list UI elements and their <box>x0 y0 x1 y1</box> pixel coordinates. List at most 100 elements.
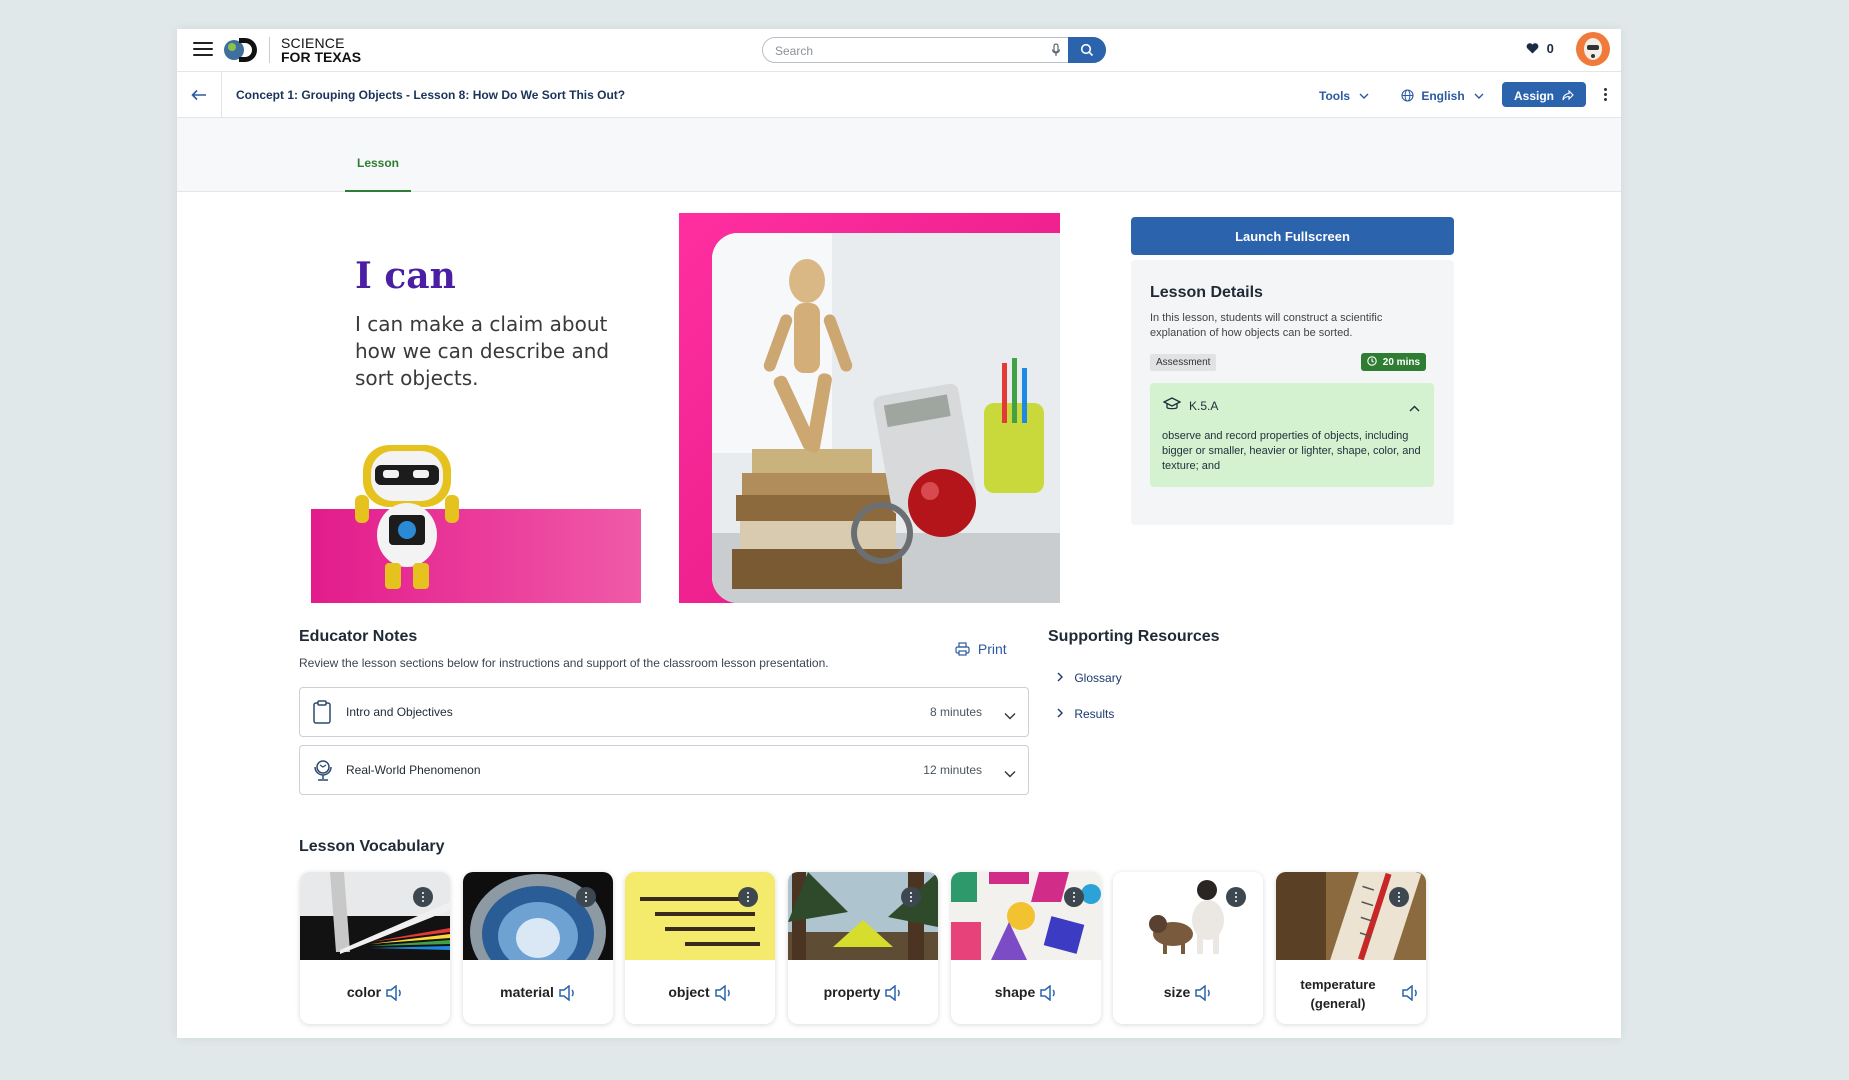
vocab-card-property[interactable]: property <box>788 872 938 1024</box>
assign-label: Assign <box>1514 89 1555 103</box>
globe-icon <box>1401 89 1414 102</box>
lesson-details-title: Lesson Details <box>1150 284 1263 301</box>
speaker-icon[interactable] <box>884 985 902 1002</box>
vocab-word: property <box>788 984 938 1002</box>
vocab-word-text: material <box>500 984 554 1000</box>
duration-badge: 20 mins <box>1361 353 1427 371</box>
favorites-count: 0 <box>1546 41 1554 56</box>
more-options-icon[interactable] <box>1604 88 1608 102</box>
brand-title[interactable]: SCIENCE FOR TEXAS <box>281 36 361 64</box>
tools-dropdown[interactable]: Tools <box>1319 89 1369 103</box>
tab-lesson[interactable]: Lesson <box>345 118 411 192</box>
chevron-down-icon <box>1474 93 1484 99</box>
standard-text: observe and record properties of objects… <box>1162 430 1421 472</box>
lesson-vocabulary-title: Lesson Vocabulary <box>299 838 445 855</box>
search-button[interactable] <box>1068 37 1106 63</box>
vocab-word-text: size <box>1163 984 1191 1000</box>
vocab-word: object <box>625 984 775 1002</box>
vocab-image-pencils <box>625 872 775 960</box>
educator-notes-subtitle: Review the lesson sections below for ins… <box>299 656 829 670</box>
vocab-image-prism <box>300 872 450 960</box>
accordion-intro-objectives[interactable]: Intro and Objectives 8 minutes <box>299 687 1029 737</box>
accordion-duration: 8 minutes <box>929 705 982 719</box>
launch-fullscreen-button[interactable]: Launch Fullscreen <box>1131 217 1454 255</box>
arrow-left-icon <box>191 89 206 101</box>
lesson-details-panel: Lesson Details In this lesson, students … <box>1131 260 1454 525</box>
print-label: Print <box>977 641 1007 657</box>
vocab-image-campsite <box>788 872 938 960</box>
vocab-word: color <box>300 984 450 1002</box>
brand-line-2: FOR TEXAS <box>281 49 362 65</box>
speaker-icon[interactable] <box>1194 985 1212 1002</box>
tools-label: Tools <box>1319 89 1351 103</box>
speaker-icon[interactable] <box>1400 985 1420 1001</box>
vocab-card-shape[interactable]: shape <box>951 872 1101 1024</box>
graduation-cap-icon <box>1162 397 1182 416</box>
back-button[interactable] <box>177 72 222 118</box>
brand-line-1: SCIENCE <box>281 35 345 51</box>
share-icon <box>1562 89 1575 101</box>
standard-card[interactable]: K.5.A observe and record properties of o… <box>1150 383 1434 487</box>
vocab-word-text: shape <box>994 984 1036 1000</box>
clipboard-icon <box>312 700 332 729</box>
vocab-card-color[interactable]: color <box>300 872 450 1024</box>
discovery-education-logo[interactable] <box>221 34 261 66</box>
standard-code: K.5.A <box>1189 399 1219 413</box>
accordion-real-world-phenomenon[interactable]: Real-World Phenomenon 12 minutes <box>299 745 1029 795</box>
educator-notes-title: Educator Notes <box>299 628 418 645</box>
speaker-icon[interactable] <box>1039 985 1057 1002</box>
vocab-options-icon[interactable] <box>1226 887 1246 907</box>
vocab-options-icon[interactable] <box>576 887 596 907</box>
vocab-image-geode <box>463 872 613 990</box>
microphone-icon[interactable] <box>1051 43 1061 62</box>
vocab-options-icon[interactable] <box>901 887 921 907</box>
hero-photo-wooden-mannequin <box>712 233 1060 603</box>
lesson-toolbar: Concept 1: Grouping Objects - Lesson 8: … <box>177 72 1621 118</box>
vocab-image-shapes <box>951 872 1101 960</box>
speaker-icon[interactable] <box>385 985 403 1002</box>
search-placeholder: Search <box>775 44 814 58</box>
vocab-image-thermometer <box>1276 872 1426 979</box>
chevron-down-icon[interactable] <box>1004 707 1016 725</box>
vocab-word-text: property <box>823 984 881 1000</box>
vocab-card-object[interactable]: object <box>625 872 775 1024</box>
favorites-button[interactable]: 0 <box>1526 41 1554 56</box>
accordion-label: Intro and Objectives <box>346 705 453 719</box>
print-button[interactable]: Print <box>955 641 1007 657</box>
duration-text: 20 mins <box>1382 357 1421 368</box>
chevron-right-icon <box>1057 672 1063 682</box>
hero-heading: I can <box>355 255 456 297</box>
globe-stand-icon <box>312 758 334 787</box>
language-dropdown[interactable]: English <box>1401 89 1484 103</box>
top-navigation-bar: SCIENCE FOR TEXAS Search 0 <box>177 29 1621 72</box>
vocab-card-temperature[interactable]: temperature (general) <box>1276 872 1426 1024</box>
language-label: English <box>1421 89 1465 103</box>
vocab-options-icon[interactable] <box>413 887 433 907</box>
hamburger-menu-icon[interactable] <box>193 42 213 56</box>
chevron-up-icon[interactable] <box>1409 399 1420 417</box>
app-window: SCIENCE FOR TEXAS Search 0 Concept 1: Gr… <box>177 29 1621 1038</box>
hero-statement: I can make a claim about how we can desc… <box>355 312 610 390</box>
chevron-right-icon <box>1057 708 1063 718</box>
search-field[interactable]: Search <box>762 37 1106 63</box>
vocab-options-icon[interactable] <box>738 887 758 907</box>
robot-mascot-illustration <box>351 445 463 595</box>
chevron-down-icon[interactable] <box>1004 765 1016 783</box>
assessment-badge: Assessment <box>1150 354 1217 371</box>
speaker-icon[interactable] <box>714 985 732 1002</box>
vocab-options-icon[interactable] <box>1389 887 1409 907</box>
vocab-word-text: color <box>346 984 382 1000</box>
vocab-word: size <box>1113 984 1263 1002</box>
brand-divider <box>269 37 270 63</box>
assign-button[interactable]: Assign <box>1502 82 1586 107</box>
heart-icon <box>1526 43 1539 54</box>
lesson-hero-slide: I can I can make a claim about how we ca… <box>311 213 1060 603</box>
lesson-details-description: In this lesson, students will construct … <box>1150 312 1383 339</box>
user-avatar[interactable] <box>1576 32 1610 66</box>
speaker-icon[interactable] <box>558 985 576 1002</box>
resource-link-results[interactable]: Results <box>1057 707 1114 721</box>
vocab-options-icon[interactable] <box>1064 887 1084 907</box>
vocab-card-size[interactable]: size <box>1113 872 1263 1024</box>
vocab-card-material[interactable]: material <box>463 872 613 1024</box>
resource-link-glossary[interactable]: Glossary <box>1057 671 1122 685</box>
